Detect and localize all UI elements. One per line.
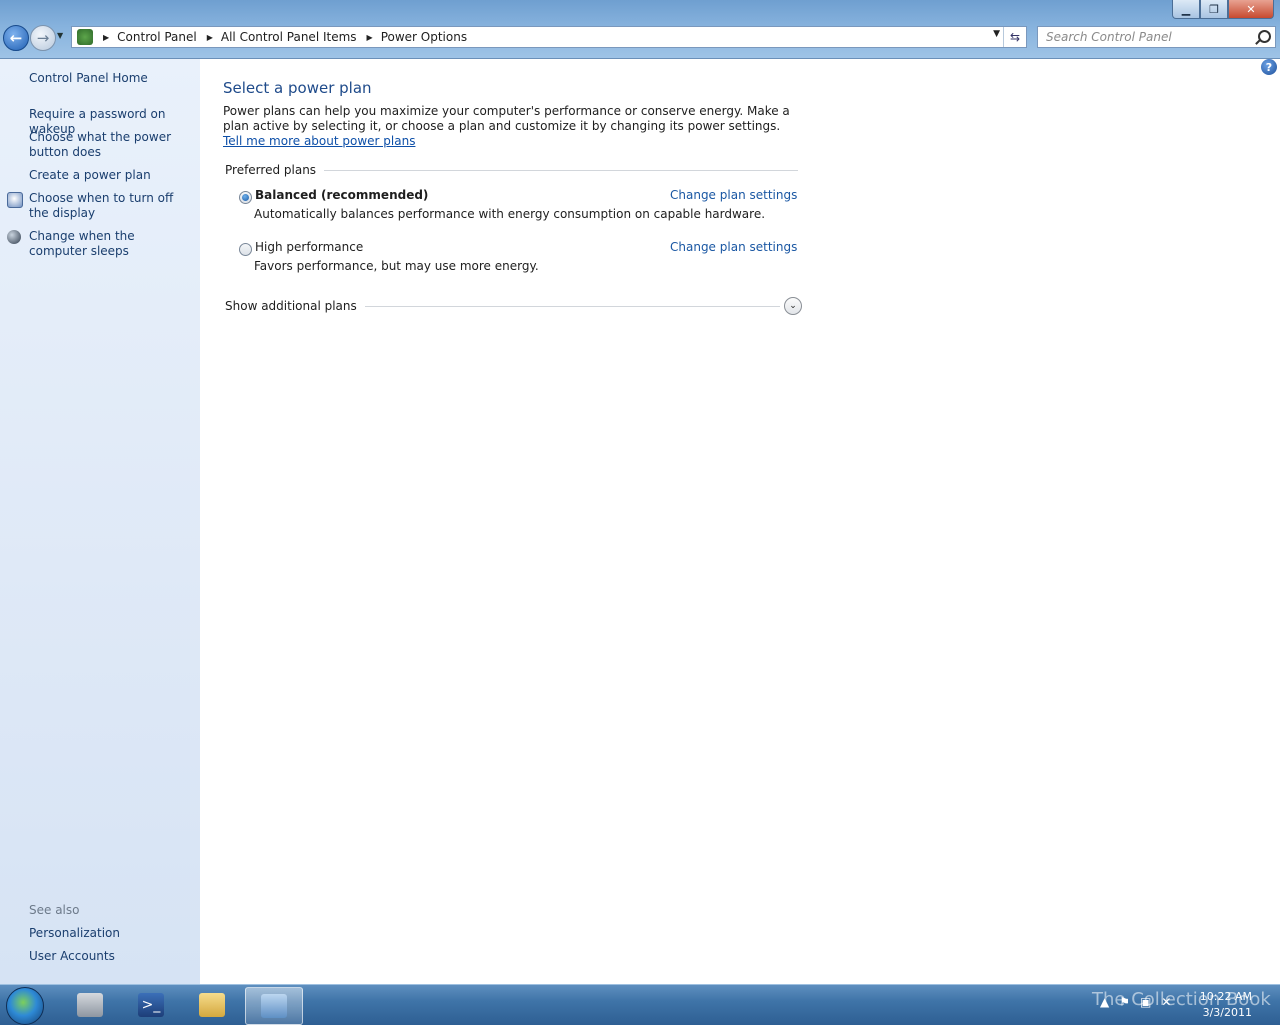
close-button[interactable]: ✕ bbox=[1228, 0, 1274, 19]
taskbar: >_ The Collection Book ▲ ⚑ ▣ ✕ 10:22 AM … bbox=[0, 984, 1280, 1025]
balanced-plan-name[interactable]: Balanced (recommended) bbox=[255, 188, 428, 202]
expand-additional-plans-button[interactable]: ⌄ bbox=[784, 297, 802, 315]
network-icon[interactable]: ▣ bbox=[1140, 995, 1151, 1009]
recent-pages-button[interactable]: ▼ bbox=[57, 31, 63, 40]
preferred-plans-label: Preferred plans bbox=[225, 163, 317, 177]
control-panel-icon bbox=[77, 29, 93, 45]
breadcrumb-all-items[interactable]: All Control Panel Items bbox=[221, 30, 357, 44]
chevron-down-icon: ⌄ bbox=[789, 301, 797, 311]
taskbar-control-panel-button[interactable] bbox=[245, 987, 303, 1025]
balanced-change-settings-link[interactable]: Change plan settings bbox=[670, 188, 797, 202]
taskbar-server-manager-button[interactable] bbox=[62, 987, 118, 1023]
intro-text: Power plans can help you maximize your c… bbox=[223, 104, 803, 149]
computer-sleeps-link[interactable]: Change when the computer sleeps bbox=[29, 229, 189, 259]
high-performance-plan-description: Favors performance, but may use more ene… bbox=[254, 259, 539, 273]
search-placeholder: Search Control Panel bbox=[1046, 30, 1172, 44]
clock-time: 10:22 AM bbox=[1199, 990, 1252, 1003]
taskbar-clock[interactable]: 10:22 AM 3/3/2011 bbox=[1200, 989, 1252, 1021]
minimize-button[interactable]: ▁ bbox=[1172, 0, 1200, 19]
preferred-plans-header: Preferred plans bbox=[225, 163, 798, 177]
see-also-label: See also bbox=[29, 903, 80, 917]
chevron-right-icon[interactable]: ▶ bbox=[207, 33, 213, 42]
moon-icon bbox=[7, 230, 21, 244]
breadcrumb-control-panel[interactable]: Control Panel bbox=[117, 30, 197, 44]
tell-me-more-link[interactable]: Tell me more about power plans bbox=[223, 134, 415, 148]
main-content: ? Select a power plan Power plans can he… bbox=[200, 59, 1280, 984]
address-bar[interactable]: ▶ Control Panel ▶ All Control Panel Item… bbox=[71, 26, 1027, 48]
page-title: Select a power plan bbox=[223, 79, 372, 97]
section-divider bbox=[364, 305, 780, 307]
balanced-radio[interactable] bbox=[239, 191, 252, 204]
help-button[interactable]: ? bbox=[1261, 59, 1277, 75]
start-button[interactable] bbox=[6, 987, 44, 1025]
breadcrumb-power-options[interactable]: Power Options bbox=[381, 30, 467, 44]
high-performance-radio[interactable] bbox=[239, 243, 252, 256]
turn-off-display-link[interactable]: Choose when to turn off the display bbox=[29, 191, 189, 221]
chevron-right-icon[interactable]: ▶ bbox=[367, 33, 373, 42]
high-performance-plan-name[interactable]: High performance bbox=[255, 240, 363, 254]
section-divider bbox=[324, 169, 798, 171]
clock-icon bbox=[7, 192, 23, 208]
power-button-link[interactable]: Choose what the power button does bbox=[29, 130, 197, 160]
personalization-link[interactable]: Personalization bbox=[29, 926, 199, 941]
balanced-plan-description: Automatically balances performance with … bbox=[254, 207, 766, 221]
create-plan-link[interactable]: Create a power plan bbox=[29, 168, 199, 183]
taskbar-powershell-button[interactable]: >_ bbox=[123, 987, 179, 1023]
search-input[interactable]: Search Control Panel bbox=[1037, 26, 1276, 48]
intro-body: Power plans can help you maximize your c… bbox=[223, 104, 790, 133]
arrow-right-icon: → bbox=[36, 29, 50, 47]
refresh-button[interactable]: ⇆ bbox=[1003, 27, 1026, 47]
left-nav-pane: Control Panel Home Require a password on… bbox=[0, 59, 200, 984]
system-tray: ▲ ⚑ ▣ ✕ bbox=[1100, 995, 1171, 1009]
window-chrome: ▁ ❐ ✕ ← → ▼ ▶ Control Panel ▶ All Contro… bbox=[0, 0, 1280, 59]
maximize-button[interactable]: ❐ bbox=[1200, 0, 1228, 19]
caption-buttons: ▁ ❐ ✕ bbox=[1172, 0, 1274, 20]
search-icon[interactable] bbox=[1258, 30, 1271, 43]
flag-icon[interactable]: ⚑ bbox=[1119, 995, 1130, 1009]
forward-button[interactable]: → bbox=[30, 25, 56, 51]
control-panel-home-link[interactable]: Control Panel Home bbox=[29, 71, 199, 86]
user-accounts-link[interactable]: User Accounts bbox=[29, 949, 199, 964]
chevron-right-icon[interactable]: ▶ bbox=[103, 33, 109, 42]
refresh-icon: ⇆ bbox=[1009, 30, 1021, 44]
show-additional-plans-label[interactable]: Show additional plans bbox=[225, 299, 357, 313]
additional-plans-header[interactable]: Show additional plans bbox=[225, 299, 780, 313]
clock-date: 3/3/2011 bbox=[1202, 1006, 1252, 1019]
show-hidden-icons-icon[interactable]: ▲ bbox=[1100, 995, 1109, 1009]
folder-icon bbox=[199, 993, 225, 1017]
control-panel-icon bbox=[261, 994, 287, 1018]
taskbar-explorer-button[interactable] bbox=[184, 987, 240, 1023]
address-dropdown-icon[interactable]: ▼ bbox=[993, 29, 1000, 39]
server-manager-icon bbox=[77, 993, 103, 1017]
high-performance-change-settings-link[interactable]: Change plan settings bbox=[670, 240, 797, 254]
powershell-icon: >_ bbox=[138, 993, 164, 1017]
back-button[interactable]: ← bbox=[3, 25, 29, 51]
volume-muted-icon[interactable]: ✕ bbox=[1161, 995, 1171, 1009]
arrow-left-icon: ← bbox=[9, 29, 23, 47]
question-icon: ? bbox=[1265, 60, 1273, 74]
